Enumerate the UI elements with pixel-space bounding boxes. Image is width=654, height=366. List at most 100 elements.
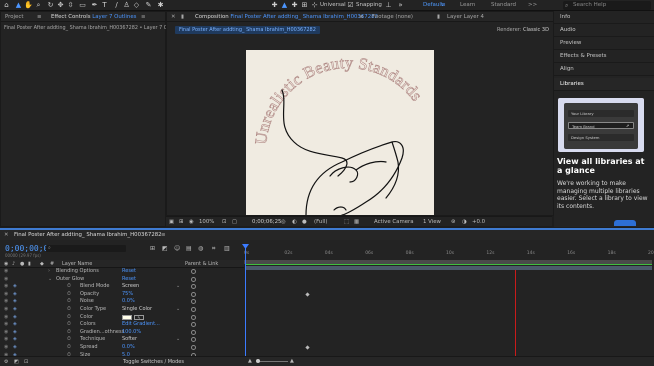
views-dropdown[interactable]: 1 View <box>423 219 441 225</box>
stopwatch-icon[interactable]: ◈ <box>13 329 17 337</box>
panel-audio[interactable]: Audio <box>554 24 654 37</box>
property-row[interactable]: ◉ ◈ ⏱ Color Type Single Color ⌄ <box>0 306 244 314</box>
libraries-button[interactable] <box>614 220 636 226</box>
pickwhip-icon[interactable] <box>191 322 196 328</box>
frame-blending-icon[interactable]: ▤ <box>186 245 192 252</box>
visibility-icon[interactable]: ◉ <box>4 276 8 284</box>
stopwatch-icon[interactable]: ◈ <box>13 344 17 352</box>
property-value[interactable]: 75% <box>122 291 133 299</box>
property-stopwatch-icon[interactable]: ⏱ <box>67 306 71 314</box>
menu-icon[interactable]: ≡ <box>37 14 42 20</box>
property-stopwatch-icon[interactable]: ⏱ <box>67 298 71 306</box>
panel-info[interactable]: Info <box>554 11 654 24</box>
property-value[interactable]: Edit Gradient... <box>122 321 160 329</box>
motion-blur-icon[interactable]: ◍ <box>198 245 203 252</box>
property-row[interactable]: ◉ ◈ ⏱ Opacity 75% <box>0 291 244 299</box>
visibility-icon[interactable]: ◉ <box>4 291 8 299</box>
property-value[interactable]: Screen <box>122 283 139 291</box>
lock-switch-icon[interactable]: ▮ <box>28 261 31 267</box>
snapping-label[interactable]: Snapping <box>356 2 382 8</box>
selection-tool-icon[interactable]: ▲ <box>14 1 23 10</box>
pan-camera-icon[interactable]: ✥ <box>56 1 65 10</box>
roto-brush-icon[interactable]: ✎ <box>144 1 153 10</box>
snap-options-icon[interactable]: ⊥ <box>384 1 393 10</box>
property-row[interactable]: ◉ › Blending Options Reset <box>0 268 244 276</box>
tab-composition[interactable]: Composition Final Poster After addting_ … <box>195 14 378 20</box>
comp-flowchart-icon[interactable]: ⊞ <box>150 245 155 252</box>
dropdown-chevron-icon[interactable]: ⌄ <box>176 336 180 344</box>
reset-exposure-icon[interactable]: ⊛ <box>451 219 456 225</box>
video-switch-icon[interactable]: ◉ <box>4 261 8 267</box>
tab-footage[interactable]: Footage (none) <box>372 14 413 20</box>
panel-libraries[interactable]: Libraries <box>554 78 654 91</box>
universal-label[interactable]: Universal <box>320 2 346 8</box>
visibility-icon[interactable]: ◉ <box>4 321 8 329</box>
stopwatch-icon[interactable]: ◈ <box>13 306 17 314</box>
tab-effect-controls[interactable]: Effect Controls Layer 7 Outlines <box>51 14 136 20</box>
composition-chip[interactable]: Final Poster After addting_ Shama Ibrahi… <box>175 26 320 34</box>
expand-arrow-icon[interactable]: › <box>48 268 50 276</box>
keyframe-icon[interactable] <box>305 345 310 350</box>
type-tool-icon[interactable]: T <box>100 1 109 10</box>
visibility-icon[interactable]: ◉ <box>4 298 8 306</box>
stopwatch-icon[interactable]: ◈ <box>13 291 17 299</box>
snapping-checkbox-icon[interactable]: ☑ <box>346 1 355 10</box>
property-value[interactable]: Reset <box>122 268 136 276</box>
lock-layer-icon[interactable]: ▮ <box>437 14 440 20</box>
property-row[interactable]: ◉ ◈ ⏱ Spread 0.0% <box>0 344 244 352</box>
tab-menu-icon[interactable]: ≡ <box>141 14 146 20</box>
col-parent-link[interactable]: Parent & Link <box>185 261 218 267</box>
visibility-icon[interactable]: ◉ <box>4 344 8 352</box>
shy-icon[interactable]: ☺ <box>174 245 180 252</box>
dropdown-chevron-icon[interactable]: ⌄ <box>176 283 180 291</box>
eraser-tool-icon[interactable]: ◇ <box>132 1 141 10</box>
dolly-camera-icon[interactable]: ⇳ <box>66 1 75 10</box>
home-icon[interactable]: ⌂ <box>2 1 11 10</box>
grid-icon[interactable]: ⊞ <box>179 219 184 225</box>
graph-editor-icon[interactable]: ⌗ <box>212 245 215 253</box>
search-help-input[interactable]: ⌕ Search Help <box>563 1 651 10</box>
property-value[interactable]: Reset <box>122 276 136 284</box>
axis-view-icon[interactable]: ✚ <box>290 1 299 10</box>
guides-icon[interactable]: ⊡ <box>222 219 227 225</box>
zoom-tool-icon[interactable]: ⌕ <box>34 1 43 10</box>
zoom-dropdown[interactable]: 100% <box>199 219 214 225</box>
more-workspaces[interactable]: >> <box>528 2 537 8</box>
property-stopwatch-icon[interactable]: ⏱ <box>67 336 71 344</box>
dropdown-chevron-icon[interactable]: ⌄ <box>176 306 180 314</box>
property-stopwatch-icon[interactable]: ⏱ <box>67 283 71 291</box>
show-snapshot-icon[interactable]: ◐ <box>292 219 297 225</box>
layer-switches-icon[interactable]: ⚙ <box>4 359 8 365</box>
puppet-tool-icon[interactable]: ✱ <box>156 1 165 10</box>
in-out-icon[interactable]: ⊡ <box>24 359 28 365</box>
tab-layer[interactable]: Layer Layer 4 <box>447 14 484 20</box>
panel-align[interactable]: Align <box>554 63 654 76</box>
expand-arrow-icon[interactable]: ⌄ <box>48 276 52 284</box>
clone-stamp-icon[interactable]: ♙ <box>122 1 131 10</box>
property-row[interactable]: ◉ ◈ ⏱ Colors Edit Gradient... <box>0 321 244 329</box>
comp-tab-menu-icon[interactable]: ≡ <box>359 14 364 20</box>
draft-3d-icon[interactable]: ◩ <box>162 245 168 252</box>
expand-icon[interactable]: » <box>396 1 405 10</box>
stopwatch-icon[interactable]: ◈ <box>13 321 17 329</box>
universal-icon[interactable]: ⊹ <box>310 1 319 10</box>
timeline-menu-icon[interactable]: ≡ <box>161 232 166 238</box>
property-row[interactable]: ◉ ⌄ Outer Glow Reset <box>0 276 244 284</box>
visibility-icon[interactable]: ◉ <box>4 314 8 322</box>
workspace-menu-icon[interactable]: ≡ <box>441 2 446 8</box>
tab-timeline[interactable]: Final Poster After addting_ Shama Ibrahi… <box>14 232 162 238</box>
stopwatch-icon[interactable]: ◈ <box>13 283 17 291</box>
layer-duration-bar[interactable] <box>246 266 652 270</box>
resolution-dropdown[interactable]: (Full) <box>314 219 327 225</box>
lock-icon[interactable]: ▮ <box>181 14 184 20</box>
property-row[interactable]: ◉ ◈ ⏱ Noise 0.0% <box>0 298 244 306</box>
exposure-value[interactable]: +0.0 <box>472 219 485 225</box>
camera-icon[interactable]: ◉ <box>189 219 194 225</box>
renderer-value[interactable]: Classic 3D <box>523 27 549 33</box>
stopwatch-icon[interactable]: ◈ <box>13 298 17 306</box>
color-swatch[interactable] <box>122 314 132 320</box>
eyedropper-icon[interactable]: ✎ <box>134 314 144 320</box>
axis-local-icon[interactable]: ✚ <box>270 1 279 10</box>
snapshot-icon[interactable]: ◎ <box>281 219 286 225</box>
visibility-icon[interactable]: ◉ <box>4 336 8 344</box>
